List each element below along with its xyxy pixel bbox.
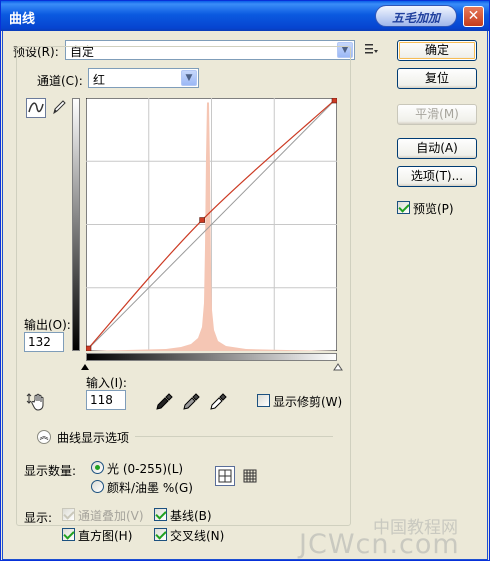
preset-menu-icon (365, 44, 378, 54)
input-label: 输入(I): (86, 376, 127, 390)
white-eyedropper-icon[interactable] (208, 392, 228, 412)
show-amount-label: 显示数量: (24, 464, 77, 478)
curve-point-selected[interactable] (199, 217, 205, 223)
grid-10-icon (243, 469, 257, 483)
curves-dialog: 曲线 五毛加加 ✕ 预设(R): 自定 ▼ 确定 复位 平滑(M) 自动(A) … (0, 0, 490, 561)
input-gradient-bar (86, 353, 337, 361)
channel-overlays-label: 通道叠加(V) (78, 509, 144, 523)
baseline-checkbox[interactable] (154, 508, 167, 521)
detailed-grid-button[interactable] (240, 466, 260, 486)
curve-tool-icon (28, 102, 44, 113)
show-clipping-label: 显示修剪(W) (273, 395, 343, 409)
close-button[interactable]: ✕ (463, 6, 484, 27)
intersection-line-checkbox[interactable] (154, 528, 167, 541)
hand-adjust-icon (26, 393, 44, 411)
preview-label: 预览(P) (413, 202, 454, 216)
chevron-down-icon: ▼ (181, 70, 197, 86)
preview-checkbox[interactable] (397, 201, 410, 214)
ok-button[interactable]: 确定 (397, 40, 477, 61)
curve-point-white[interactable] (331, 98, 337, 104)
histogram-label: 直方图(H) (78, 529, 133, 543)
simple-grid-button[interactable] (215, 466, 235, 486)
black-eyedropper-icon[interactable] (154, 392, 174, 412)
show-clipping-checkbox[interactable] (257, 394, 270, 407)
gray-eyedropper-icon[interactable] (181, 392, 201, 412)
reset-button[interactable]: 复位 (397, 68, 477, 89)
curve-display-options-label: 曲线显示选项 (57, 431, 130, 445)
curve-point-black[interactable] (86, 345, 92, 351)
window-title: 曲线 (9, 12, 36, 27)
curve-point-tool[interactable] (26, 98, 46, 118)
auto-button[interactable]: 自动(A) (397, 138, 477, 159)
collapse-options-button[interactable]: ︽ (37, 430, 51, 444)
close-icon: ✕ (467, 8, 480, 24)
pencil-tool[interactable] (50, 98, 70, 118)
baseline-label: 基线(B) (170, 509, 212, 523)
channel-select[interactable]: 红 ▼ (88, 68, 199, 88)
intersection-line-label: 交叉线(N) (170, 529, 225, 543)
preset-menu-button[interactable] (363, 41, 383, 61)
chevron-up-icon: ︽ (39, 432, 49, 442)
histogram-checkbox[interactable] (62, 528, 75, 541)
pigment-radio[interactable] (91, 480, 104, 493)
light-radio[interactable] (91, 461, 104, 474)
channel-value: 红 (93, 73, 106, 87)
channel-label: 通道(C): (37, 74, 83, 88)
light-radio-label: 光 (0-255)(L) (107, 462, 184, 476)
input-field[interactable]: 118 (86, 390, 126, 410)
black-point-slider-icon[interactable] (80, 363, 90, 371)
output-gradient-bar (72, 98, 80, 351)
pencil-icon (53, 100, 66, 115)
output-field[interactable]: 132 (24, 332, 64, 352)
logo: 五毛加加 (375, 5, 457, 27)
curves-graph[interactable] (86, 98, 337, 351)
on-image-adjust-tool[interactable] (26, 392, 46, 412)
show-label: 显示: (24, 511, 53, 525)
grid-4-icon (218, 469, 232, 483)
options-button[interactable]: 选项(T)... (397, 166, 477, 187)
pigment-radio-label: 颜料/油墨 %(G) (107, 481, 193, 495)
watermark-line2: JCWcn.com (299, 529, 460, 560)
output-label: 输出(O): (24, 318, 71, 332)
options-divider (135, 436, 333, 437)
logo-text: 五毛加加 (391, 11, 440, 25)
title-bar[interactable]: 曲线 五毛加加 ✕ (1, 1, 489, 31)
channel-overlays-checkbox[interactable] (62, 508, 75, 521)
smooth-button[interactable]: 平滑(M) (397, 104, 477, 125)
white-point-slider-icon[interactable] (333, 363, 343, 371)
